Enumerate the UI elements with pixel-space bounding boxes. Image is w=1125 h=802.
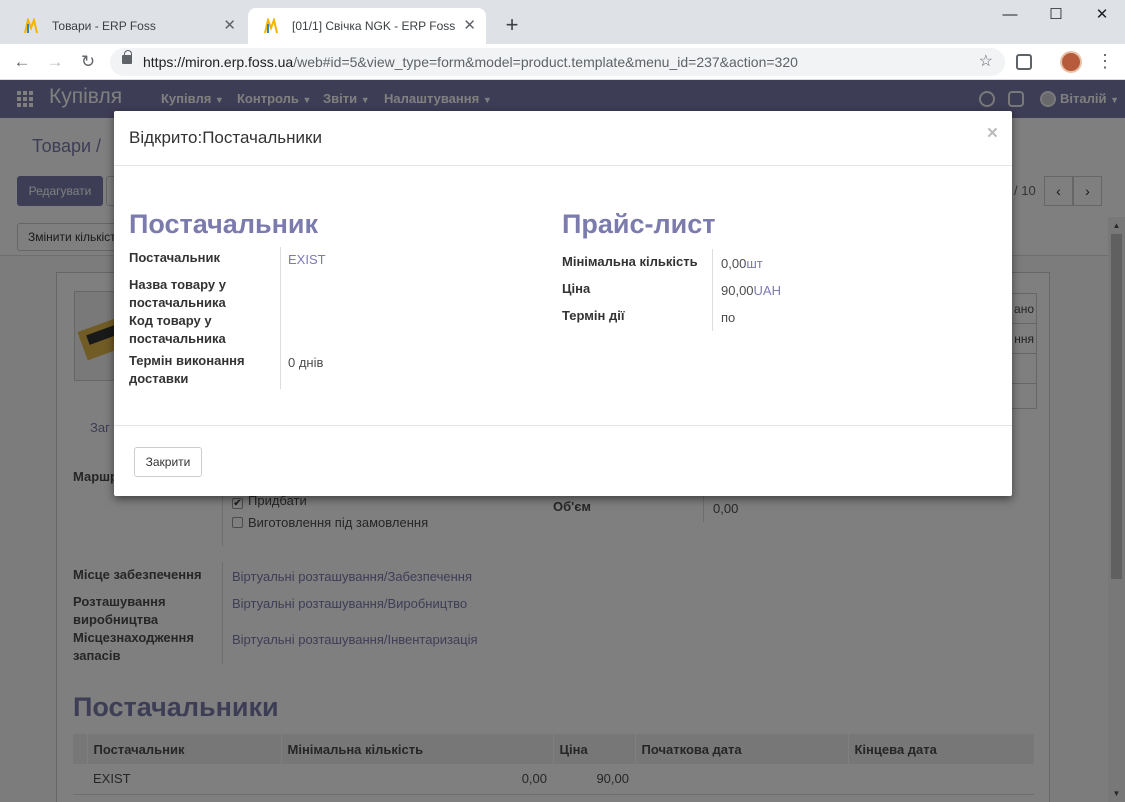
tab-close-icon[interactable]: ✕ [223, 8, 236, 44]
price-value: 90,00UAH [721, 283, 781, 298]
product-name-label: Назва товару у постачальника [129, 277, 226, 310]
dialog-close-icon[interactable]: × [987, 123, 998, 145]
currency-link[interactable]: UAH [754, 283, 781, 298]
validity-label: Термін дії [562, 308, 625, 323]
dialog-title: Відкрито:Постачальники [129, 128, 322, 147]
profile-avatar[interactable] [1060, 51, 1082, 73]
uom-link[interactable]: шт [746, 256, 762, 271]
window-close-icon[interactable]: ✕ [1079, 0, 1125, 30]
back-icon[interactable]: ← [10, 50, 34, 74]
maximize-icon[interactable]: ☐ [1033, 0, 1079, 30]
lock-icon [122, 50, 132, 64]
price-label: Ціна [562, 281, 591, 296]
extension-icon[interactable] [1016, 54, 1032, 70]
new-tab-button[interactable]: + [498, 8, 526, 44]
supplier-label: Постачальник [129, 250, 220, 265]
tab-title: Товари - ERP Foss [52, 19, 156, 33]
supplier-group-heading: Постачальник [129, 209, 318, 239]
browser-tab-bar: Товари - ERP Foss ✕ [01/1] Свічка NGK - … [0, 0, 1125, 44]
lead-time-value: 0 днів [288, 355, 324, 370]
supplier-dialog: Відкрито:Постачальники × Постачальник По… [114, 111, 1012, 496]
pricelist-group-heading: Прайс-лист [562, 209, 716, 239]
lead-time-label: Термін виконання доставки [129, 353, 245, 386]
tab-close-icon[interactable]: ✕ [463, 8, 476, 44]
browser-tab-products[interactable]: Товари - ERP Foss ✕ [8, 8, 246, 44]
dialog-header: Відкрито:Постачальники × [114, 111, 1012, 166]
dialog-footer: Закрити [114, 425, 1012, 496]
min-qty-label: Мінімальна кількість [562, 254, 698, 269]
erp-foss-icon [24, 18, 38, 34]
browser-menu-icon[interactable]: ⋮ [1096, 50, 1114, 74]
erp-foss-icon [264, 18, 278, 34]
reload-icon[interactable]: ↻ [76, 50, 100, 74]
minimize-icon[interactable]: — [987, 0, 1033, 30]
min-qty-value: 0,00шт [721, 256, 763, 271]
close-button[interactable]: Закрити [134, 447, 202, 477]
browser-tab-product-form[interactable]: [01/1] Свічка NGK - ERP Foss ✕ [248, 8, 486, 44]
divider [280, 247, 281, 389]
address-bar: ← → ↻ https://miron.erp.foss.ua/web#id=5… [0, 44, 1125, 80]
tab-title: [01/1] Свічка NGK - ERP Foss [292, 19, 456, 33]
url-field[interactable]: https://miron.erp.foss.ua/web#id=5&view_… [110, 48, 1005, 76]
divider [712, 249, 713, 331]
product-code-label: Код товару у постачальника [129, 313, 226, 346]
forward-icon[interactable]: → [43, 50, 67, 74]
bookmark-star-icon[interactable]: ☆ [979, 48, 993, 76]
supplier-link[interactable]: EXIST [288, 251, 326, 269]
url-text: https://miron.erp.foss.ua/web#id=5&view_… [143, 54, 798, 70]
validity-value: по [721, 310, 736, 325]
